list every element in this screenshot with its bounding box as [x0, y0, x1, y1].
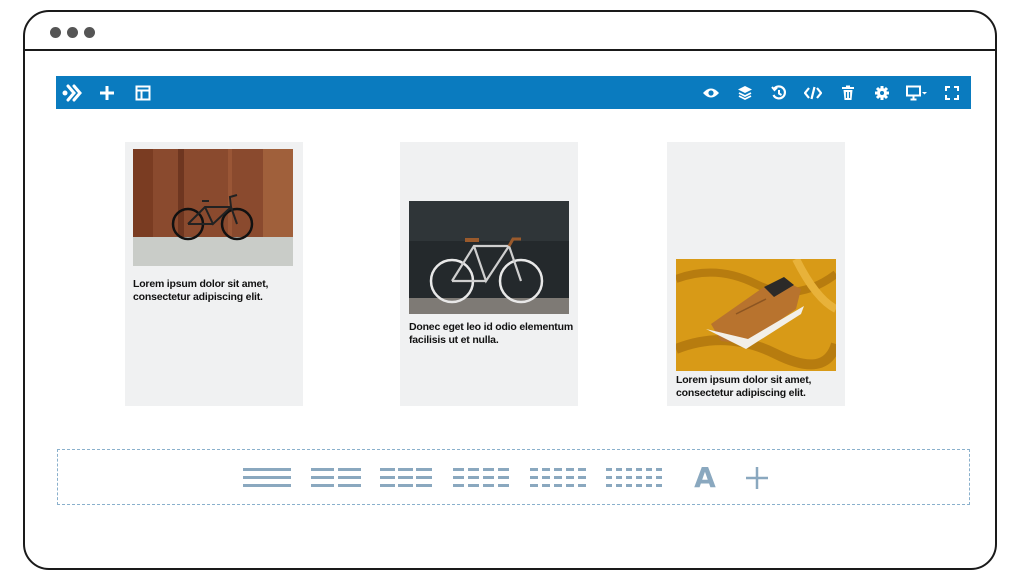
editor-toolbar [56, 76, 971, 109]
two-column-icon[interactable] [310, 450, 362, 506]
window-dot [67, 27, 78, 38]
window-dot [84, 27, 95, 38]
logo-icon[interactable] [60, 76, 86, 109]
bicycle-dark-wall-image [409, 201, 569, 314]
add-icon[interactable] [96, 76, 118, 109]
settings-gear-icon[interactable] [871, 76, 893, 109]
five-column-icon[interactable] [529, 450, 587, 506]
caption-text: Lorem ipsum dolor sit amet, consectetur … [133, 278, 269, 303]
fullscreen-icon[interactable] [941, 76, 963, 109]
six-column-icon[interactable] [605, 450, 663, 506]
one-column-icon[interactable] [242, 450, 292, 506]
three-column-icon[interactable] [379, 450, 433, 506]
text-block-icon[interactable]: A [690, 450, 720, 506]
content-column[interactable]: Lorem ipsum dolor sit amet, consectetur … [667, 142, 845, 406]
layers-icon[interactable] [734, 76, 756, 109]
caption-text: Donec eget leo id odio elementum facilis… [409, 321, 573, 346]
browser-window: Lorem ipsum dolor sit amet, consectetur … [23, 10, 997, 570]
window-dot [50, 27, 61, 38]
add-block-icon[interactable] [743, 450, 771, 506]
preview-eye-icon[interactable] [700, 76, 722, 109]
trash-icon[interactable] [837, 76, 859, 109]
code-icon[interactable] [802, 76, 824, 109]
text-block-glyph: A [694, 461, 716, 494]
history-icon[interactable] [768, 76, 790, 109]
add-block-bar: A [57, 449, 970, 505]
content-column[interactable]: Donec eget leo id odio elementum facilis… [400, 142, 578, 406]
caption-text: Lorem ipsum dolor sit amet, consectetur … [676, 374, 812, 399]
device-desktop-icon[interactable] [904, 76, 930, 109]
bicycle-rusty-wall-image [133, 149, 293, 266]
sneaker-yellow-fabric-image [676, 259, 836, 371]
window-titlebar [25, 12, 995, 51]
layout-icon[interactable] [132, 76, 154, 109]
content-column[interactable]: Lorem ipsum dolor sit amet, consectetur … [125, 142, 303, 406]
four-column-icon[interactable] [452, 450, 510, 506]
